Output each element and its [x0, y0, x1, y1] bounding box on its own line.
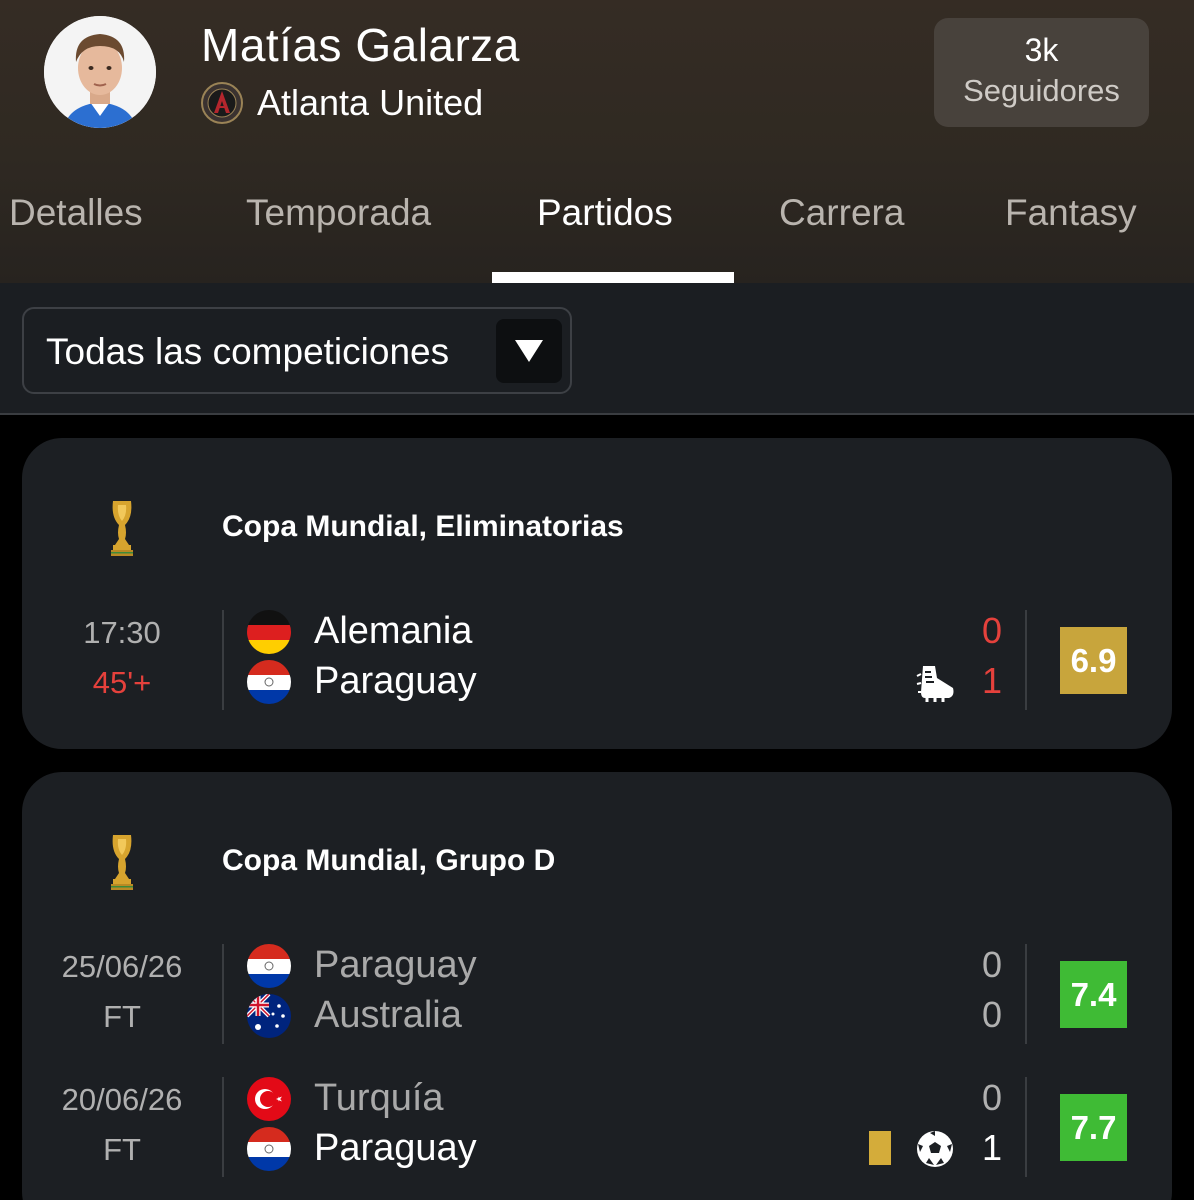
- paraguay-flag-icon: [247, 944, 291, 988]
- divider: [222, 1077, 224, 1177]
- tab-fantasy[interactable]: Fantasy: [1005, 192, 1137, 234]
- divider: [1025, 944, 1027, 1044]
- divider: [1025, 610, 1027, 710]
- player-avatar: [44, 16, 156, 128]
- team-link[interactable]: Atlanta United: [201, 82, 483, 124]
- away-score: 1: [981, 1127, 1003, 1168]
- player-rating-badge: 7.7: [1060, 1094, 1127, 1161]
- player-header: Matías Galarza Atlanta United 3k Seguido…: [0, 0, 1194, 283]
- turkey-flag-icon: [247, 1077, 291, 1121]
- home-score: 0: [981, 944, 1003, 985]
- match-row[interactable]: 17:30 45'+ Alemania 0 Paraguay 1 6.9: [22, 610, 1172, 710]
- home-team-name: Alemania: [314, 610, 473, 652]
- active-tab-indicator: [492, 272, 734, 283]
- competition-name: Copa Mundial, Eliminatorias: [222, 510, 624, 543]
- tab-detalles[interactable]: Detalles: [9, 192, 143, 234]
- match-date: 25/06/26: [61, 949, 183, 984]
- match-status: FT: [103, 999, 141, 1034]
- trophy-icon: [111, 835, 133, 890]
- competition-name: Copa Mundial, Grupo D: [222, 844, 556, 877]
- profile-tabs: Detalles Temporada Partidos Carrera Fant…: [0, 192, 1194, 283]
- match-status: FT: [103, 1132, 141, 1167]
- competition-dropdown[interactable]: Todas las competiciones: [22, 307, 572, 394]
- away-team-name: Paraguay: [314, 1127, 477, 1169]
- goal-ball-icon: [917, 1131, 953, 1167]
- tab-carrera[interactable]: Carrera: [779, 192, 904, 234]
- tab-partidos[interactable]: Partidos: [537, 192, 673, 234]
- divider: [1025, 1077, 1027, 1177]
- player-name: Matías Galarza: [201, 19, 520, 71]
- team-name: Atlanta United: [257, 82, 484, 123]
- match-row[interactable]: 20/06/26 FT Turquía 0 Paraguay 1 7.7: [22, 1077, 1172, 1177]
- followers-button[interactable]: 3k Seguidores: [934, 18, 1149, 127]
- australia-flag-icon: [247, 994, 291, 1038]
- away-score: 1: [981, 660, 1003, 701]
- paraguay-flag-icon: [247, 1127, 291, 1171]
- match-row[interactable]: 25/06/26 FT Paraguay 0 Australia 0 7.4: [22, 944, 1172, 1044]
- player-rating-badge: 7.4: [1060, 961, 1127, 1028]
- match-date: 20/06/26: [61, 1082, 183, 1117]
- chevron-down-icon: [515, 340, 543, 362]
- tab-temporada[interactable]: Temporada: [246, 192, 431, 234]
- player-rating-badge: 6.9: [1060, 627, 1127, 694]
- competition-dropdown-value: Todas las competiciones: [46, 331, 450, 372]
- paraguay-flag-icon: [247, 660, 291, 704]
- followers-label: Seguidores: [963, 73, 1120, 108]
- divider: [222, 944, 224, 1044]
- match-status: 45'+: [92, 665, 152, 700]
- atlanta-united-logo-icon: [201, 82, 243, 124]
- competition-card: Copa Mundial, Eliminatorias 17:30 45'+ A…: [22, 438, 1172, 749]
- trophy-icon: [111, 501, 133, 556]
- home-team-name: Turquía: [314, 1077, 444, 1119]
- assist-boot-icon: [916, 666, 954, 702]
- away-team-name: Paraguay: [314, 660, 477, 702]
- home-score: 0: [981, 610, 1003, 651]
- yellow-card-icon: [869, 1131, 891, 1165]
- home-score: 0: [981, 1077, 1003, 1118]
- divider: [222, 610, 224, 710]
- filter-bar: Todas las competiciones: [0, 283, 1194, 414]
- away-score: 0: [981, 994, 1003, 1035]
- home-team-name: Paraguay: [314, 944, 477, 986]
- competition-card: Copa Mundial, Grupo D 25/06/26 FT Paragu…: [22, 772, 1172, 1200]
- away-team-name: Australia: [314, 994, 462, 1036]
- match-time: 17:30: [83, 615, 161, 650]
- followers-count: 3k: [1024, 32, 1059, 68]
- germany-flag-icon: [247, 610, 291, 654]
- divider: [0, 413, 1194, 415]
- dropdown-toggle-button[interactable]: [496, 319, 562, 383]
